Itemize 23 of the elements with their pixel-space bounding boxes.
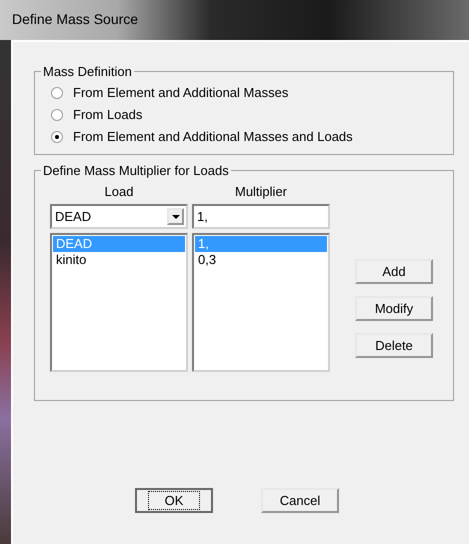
dialog-button[interactable]: Cancel <box>261 488 339 513</box>
group-title: Define Mass Multiplier for Loads <box>42 163 230 178</box>
load-list[interactable]: DEAD kinito <box>50 233 188 372</box>
column-header: Load <box>104 184 134 199</box>
radio-button[interactable] <box>51 86 63 98</box>
load-dropdown[interactable]: DEAD <box>50 204 188 229</box>
multiplier-list[interactable]: 1, 0,3 <box>192 233 330 372</box>
dropdown-arrow-icon <box>172 214 180 218</box>
radio-label: From Element and Additional Masses and Loads <box>73 129 353 144</box>
radio-button[interactable] <box>51 108 63 120</box>
column-header: Multiplier <box>234 184 287 199</box>
radio-label: From Element and Additional Masses <box>73 85 288 100</box>
radio-button[interactable] <box>51 130 63 142</box>
radio-label: From Loads <box>73 107 142 122</box>
list-item[interactable]: 0,3 <box>195 252 327 268</box>
dialog-button[interactable]: OK <box>135 488 213 513</box>
multiplier-field[interactable]: 1, <box>192 204 330 229</box>
action-button[interactable]: Delete <box>355 333 433 358</box>
action-button[interactable]: Add <box>355 259 433 284</box>
group-title: Mass Definition <box>42 64 133 79</box>
list-item[interactable]: kinito <box>53 252 185 268</box>
action-button[interactable]: Modify <box>355 296 433 321</box>
window-title: Define Mass Source <box>12 11 138 27</box>
